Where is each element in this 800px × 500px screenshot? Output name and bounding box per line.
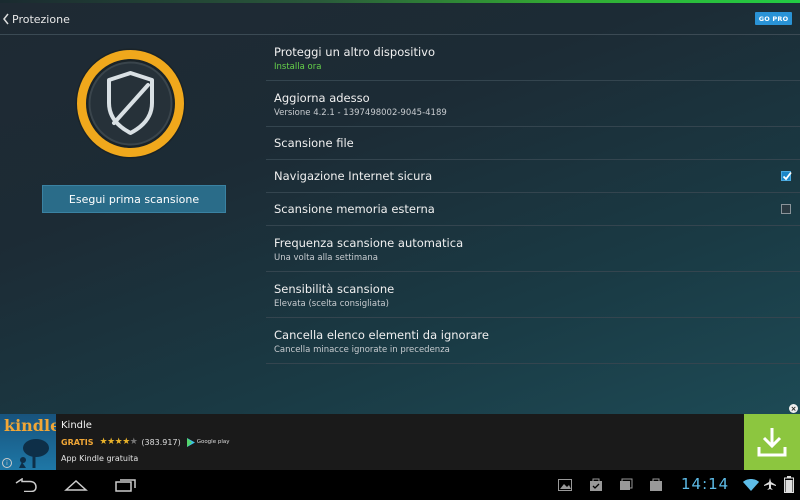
page-title: Protezione [12, 12, 70, 26]
system-nav-bar: 14:14 [0, 470, 800, 500]
setting-update-now[interactable]: Aggiorna adesso Versione 4.2.1 - 1397498… [266, 81, 800, 127]
chevron-left-icon [3, 13, 9, 25]
setting-subtitle: Una volta alla settimana [274, 253, 378, 263]
safe-browsing-checkbox[interactable] [781, 171, 792, 181]
rating-count: (383.917) [141, 437, 181, 447]
setting-external-memory-scan[interactable]: Scansione memoria esterna [266, 193, 800, 226]
download-button[interactable] [744, 414, 800, 470]
external-memory-checkbox[interactable] [781, 204, 791, 214]
airplane-icon [764, 478, 776, 490]
setting-title: Cancella elenco elementi da ignorare [274, 328, 489, 342]
action-bar: Protezione GO PRO [0, 3, 800, 35]
setting-subtitle: Cancella minacce ignorate in precedenza [274, 345, 450, 355]
checkmark-icon [782, 171, 792, 181]
setting-scan-sensitivity[interactable]: Sensibilità scansione Elevata (scelta co… [266, 272, 800, 318]
app-screen: Protezione GO PRO Esegui prima scansione… [0, 0, 800, 414]
store-label: Google play [196, 439, 230, 445]
setting-protect-device[interactable]: Proteggi un altro dispositivo Installa o… [266, 35, 800, 81]
gallery-icon[interactable] [558, 479, 572, 491]
download-icon [757, 428, 787, 457]
home-nav-icon[interactable] [64, 479, 88, 491]
photos-icon[interactable] [619, 478, 633, 491]
shield-icon [74, 47, 187, 160]
kindle-logo-text: kindle [4, 416, 56, 435]
ad-meta: GRATIS ★★★★★ (383.917) Google play [61, 436, 229, 448]
ad-close-icon[interactable]: × [789, 404, 798, 413]
rating-stars: ★★★★★ [99, 437, 138, 447]
setting-subtitle: Elevata (scelta consigliata) [274, 299, 389, 309]
setting-subtitle: Versione 4.2.1 - 1397498002-9045-4189 [274, 108, 447, 118]
wifi-icon [743, 479, 759, 491]
setting-scan-frequency[interactable]: Frequenza scansione automatica Una volta… [266, 226, 800, 272]
ad-description: App Kindle gratuita [61, 454, 139, 463]
kindle-logo: kindle i [0, 414, 56, 470]
setting-title: Aggiorna adesso [274, 91, 370, 105]
ad-app-name: Kindle [61, 420, 92, 431]
shopping-bag-icon[interactable] [589, 478, 603, 491]
google-play-icon [186, 437, 195, 447]
setting-file-scan[interactable]: Scansione file [266, 127, 800, 160]
ad-info-icon[interactable]: i [2, 458, 12, 468]
first-scan-button[interactable]: Esegui prima scansione [42, 185, 226, 213]
setting-title: Navigazione Internet sicura [274, 169, 433, 183]
battery-icon [784, 476, 794, 493]
google-play-badge: Google play [186, 437, 230, 447]
setting-title: Scansione file [274, 136, 354, 150]
clock: 14:14 [681, 475, 730, 493]
ad-banner[interactable]: kindle i Kindle GRATIS ★★★★★ (383.917) G… [0, 404, 800, 470]
go-pro-button[interactable]: GO PRO [755, 12, 792, 25]
setting-title: Scansione memoria esterna [274, 202, 435, 216]
setting-clear-ignored[interactable]: Cancella elenco elementi da ignorare Can… [266, 318, 800, 364]
reader-tree-icon [19, 439, 49, 468]
back-button[interactable]: Protezione [2, 10, 70, 28]
recent-apps-icon[interactable] [115, 478, 137, 492]
settings-list: Proteggi un altro dispositivo Installa o… [266, 35, 800, 364]
setting-subtitle: Installa ora [274, 62, 322, 72]
store-icon[interactable] [649, 478, 663, 491]
setting-title: Frequenza scansione automatica [274, 236, 464, 250]
setting-title: Sensibilità scansione [274, 282, 395, 296]
setting-title: Proteggi un altro dispositivo [274, 45, 435, 59]
ad-price: GRATIS [61, 437, 94, 447]
back-nav-icon[interactable] [14, 478, 38, 492]
setting-safe-browsing[interactable]: Navigazione Internet sicura [266, 160, 800, 193]
